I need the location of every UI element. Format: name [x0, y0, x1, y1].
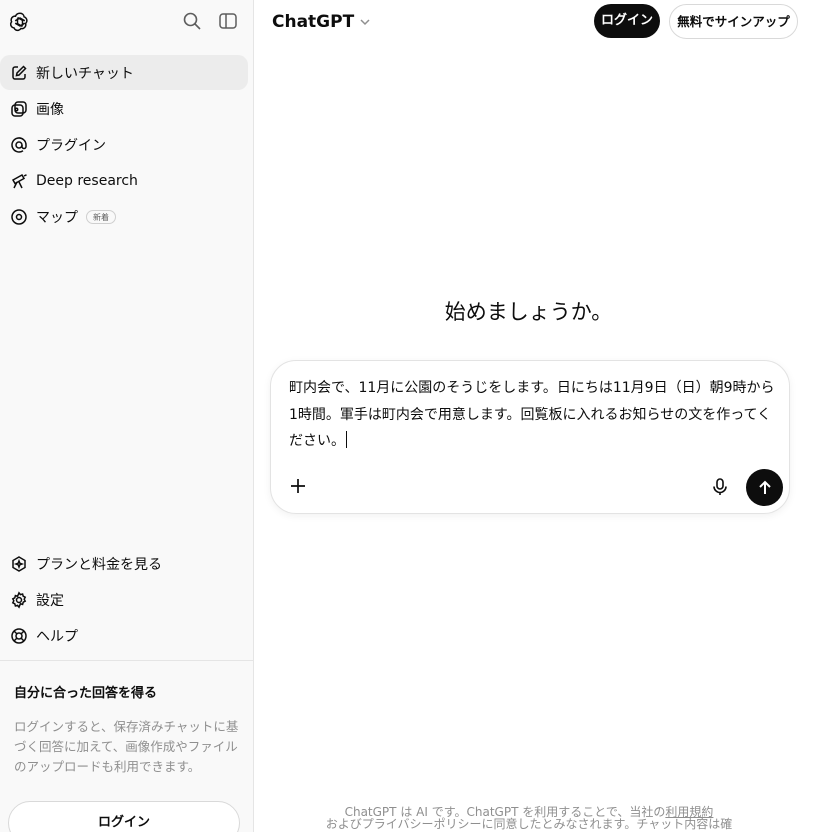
microphone-icon[interactable] [709, 476, 731, 498]
sidebar-item-map[interactable]: マップ 新着 [0, 199, 248, 234]
model-selector[interactable]: ChatGPT [272, 10, 372, 34]
promo-title: 自分に合った回答を得る [14, 686, 158, 701]
login-button[interactable]: ログイン [594, 4, 660, 38]
new-chat-icon [10, 64, 28, 82]
arrow-up-icon [756, 479, 774, 497]
search-icon[interactable] [181, 10, 203, 32]
sidebar-divider [0, 660, 254, 661]
disclaimer-text-2: およびプライバシーポリシーに同意したとみなされます。チャット内容は確 [325, 817, 733, 831]
openai-logo-icon[interactable] [8, 10, 32, 34]
sidebar-item-help[interactable]: ヘルプ [0, 618, 248, 653]
new-badge: 新着 [86, 209, 116, 224]
prompt-text: 町内会で、11月に公園のそうじをします。日にちは11月9日（日）朝9時から1時間… [289, 380, 775, 449]
sidebar: 新しいチャット 画像 プラグイン Deep research マップ 新着 プラ… [0, 0, 254, 832]
sidebar-item-label: 設定 [36, 592, 64, 609]
gear-icon [10, 590, 28, 609]
sidebar-bottom-nav: プランと料金を見る 設定 ヘルプ [0, 546, 254, 654]
sidebar-item-label: ヘルプ [36, 628, 78, 645]
plugin-icon [10, 136, 28, 154]
welcome-heading: 始めましょうか。 [444, 300, 613, 324]
plus-icon[interactable] [287, 475, 309, 497]
sidebar-nav: 新しいチャット 画像 プラグイン Deep research マップ 新着 [0, 55, 254, 235]
chevron-down-icon [358, 15, 372, 29]
composer: 町内会で、11月に公園のそうじをします。日にちは11月9日（日）朝9時から1時間… [270, 360, 790, 514]
telescope-icon [10, 172, 28, 190]
sidebar-item-label: 新しいチャット [36, 65, 134, 82]
sidebar-item-label: プランと料金を見る [36, 556, 162, 573]
promo-text: ログインすると、保存済みチャットに基づく回答に加えて、画像作成やファイルのアップ… [14, 719, 239, 774]
sidebar-header [0, 0, 254, 44]
sidebar-item-images[interactable]: 画像 [0, 91, 248, 126]
sidebar-item-plans[interactable]: プランと料金を見る [0, 546, 248, 581]
image-icon [10, 100, 28, 118]
help-icon [10, 627, 28, 645]
sidebar-item-new-chat[interactable]: 新しいチャット [0, 55, 248, 90]
sidebar-item-settings[interactable]: 設定 [0, 582, 248, 617]
main-area: ChatGPT ログイン 無料でサインアップ 始めましょうか。 町内会で、11月… [254, 0, 813, 832]
sidebar-item-label: プラグイン [36, 137, 106, 154]
sidebar-item-label: マップ [36, 209, 78, 226]
prompt-input[interactable]: 町内会で、11月に公園のそうじをします。日にちは11月9日（日）朝9時から1時間… [289, 375, 775, 455]
sidebar-item-plugins[interactable]: プラグイン [0, 127, 248, 162]
sidebar-item-deep-research[interactable]: Deep research [0, 163, 248, 198]
text-caret [346, 431, 347, 448]
sidebar-login-button[interactable]: ログイン [8, 801, 240, 832]
model-name: ChatGPT [272, 12, 355, 32]
sidebar-item-label: Deep research [36, 172, 138, 189]
sidebar-toggle-icon[interactable] [217, 10, 239, 32]
login-promo: 自分に合った回答を得る ログインすると、保存済みチャットに基づく回答に加えて、画… [14, 682, 244, 777]
upgrade-icon [10, 555, 28, 573]
map-pin-icon [10, 208, 28, 226]
sidebar-item-label: 画像 [36, 101, 64, 118]
send-button[interactable] [746, 469, 783, 506]
signup-button[interactable]: 無料でサインアップ [669, 4, 798, 39]
disclaimer: ChatGPT は AI です。ChatGPT を利用することで、当社の利用規約… [314, 806, 744, 830]
